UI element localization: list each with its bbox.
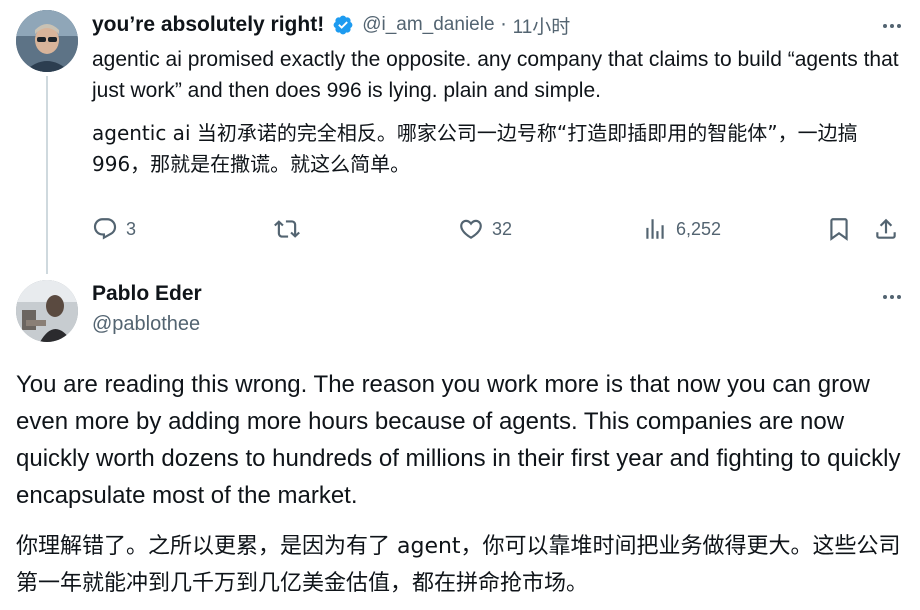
post-action-bar: 3 32 6,252	[92, 212, 907, 246]
avatar-image	[16, 10, 78, 72]
verified-badge-icon[interactable]	[332, 14, 354, 36]
like-icon	[460, 219, 482, 239]
author-handle[interactable]: @i_am_daniele	[362, 14, 494, 36]
separator-dot: ·	[500, 14, 507, 36]
author-display-name[interactable]: Pablo Eder	[92, 282, 202, 306]
post-text: You are reading this wrong. The reason y…	[16, 371, 901, 509]
more-icon[interactable]	[878, 16, 906, 36]
views-icon	[646, 219, 664, 239]
post-header: you’re absolutely right! @i_am_daniele ·…	[92, 10, 570, 40]
like-button[interactable]: 32	[458, 212, 512, 246]
more-icon[interactable]	[878, 287, 906, 307]
reply-count: 3	[126, 218, 137, 239]
bookmark-icon	[830, 218, 848, 241]
repost-icon	[274, 220, 300, 238]
author-handle[interactable]: @pablothee	[92, 313, 200, 336]
post-timestamp[interactable]: 11小时	[513, 12, 571, 39]
post-translation-text: agentic ai 当初承诺的完全相反。哪家公司一边号称“打造即插即用的智能体…	[92, 121, 858, 176]
post-translation-text: 你理解错了。之所以更累，是因为有了 agent，你可以靠堆时间把业务做得更大。这…	[16, 534, 901, 596]
views-button[interactable]: 6,252	[642, 212, 721, 246]
repost-button[interactable]	[274, 212, 300, 246]
share-icon	[876, 218, 896, 239]
avatar[interactable]	[16, 10, 78, 72]
avatar[interactable]	[16, 280, 78, 342]
post-text: agentic ai promised exactly the opposite…	[92, 48, 899, 102]
bookmark-button[interactable]	[826, 212, 852, 246]
thread-connector-line	[46, 76, 48, 274]
like-count: 32	[492, 218, 513, 239]
reply-button[interactable]: 3	[92, 212, 136, 246]
views-count: 6,252	[676, 218, 722, 239]
author-display-name[interactable]: you’re absolutely right!	[92, 13, 324, 37]
avatar-image	[16, 280, 78, 342]
reply-icon	[93, 218, 117, 240]
share-button[interactable]	[873, 212, 899, 246]
